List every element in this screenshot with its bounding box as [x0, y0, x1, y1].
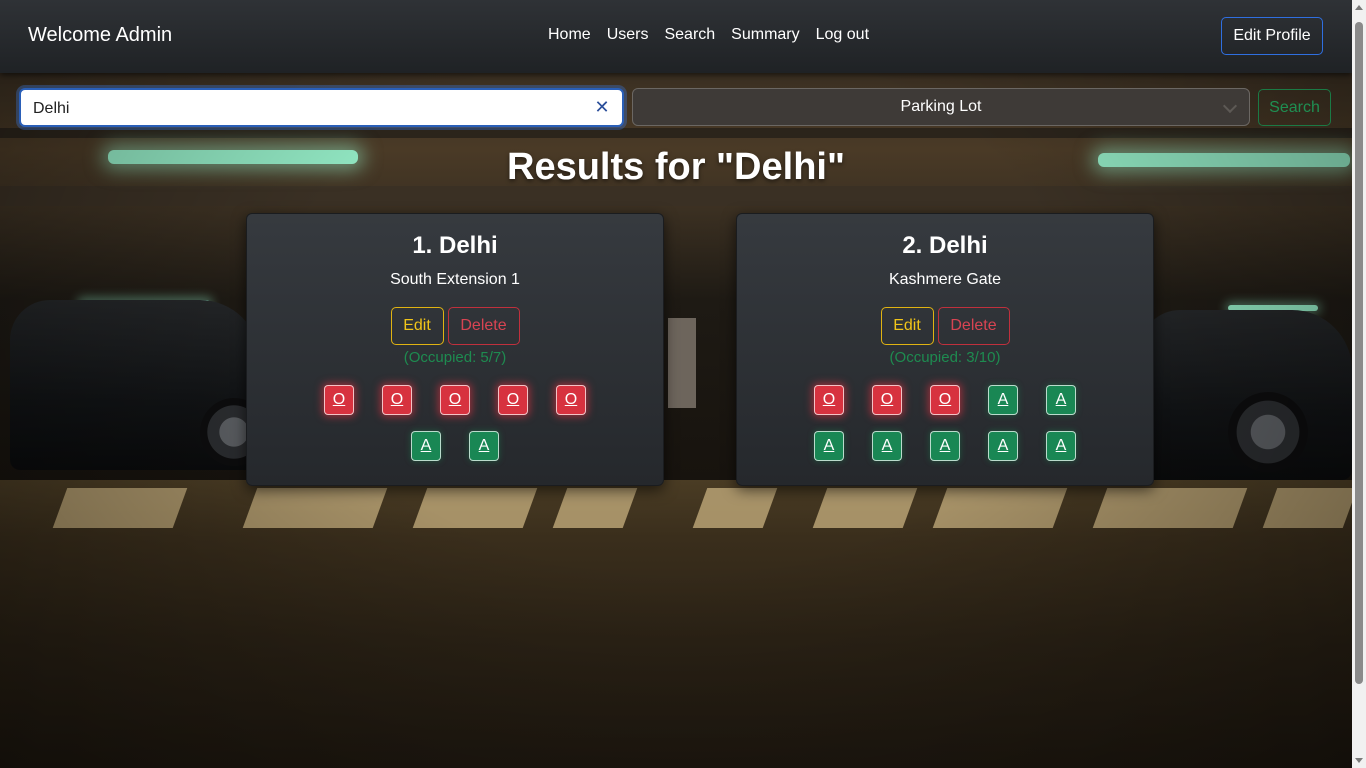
close-icon[interactable]: ✕ — [594, 98, 610, 118]
occupancy-status: (Occupied: 3/10) — [889, 349, 1001, 366]
lot-actions: Edit Delete — [247, 307, 663, 345]
chevron-down-icon — [1222, 98, 1238, 114]
nav-summary-link[interactable]: Summary — [731, 26, 799, 44]
nav-logout-link[interactable]: Log out — [816, 26, 869, 44]
lot-card: 1. Delhi South Extension 1 Edit Delete (… — [246, 213, 664, 486]
occupied-spot[interactable]: O — [872, 385, 902, 415]
lot-address: Kashmere Gate — [888, 271, 1002, 288]
available-spot[interactable]: A — [872, 431, 902, 461]
available-spot[interactable]: A — [988, 385, 1018, 415]
nav-home-link[interactable]: Home — [548, 26, 591, 44]
category-select[interactable]: Parking Lot — [632, 88, 1250, 126]
occupied-spot[interactable]: O — [498, 385, 528, 415]
brand-title[interactable]: Welcome Admin — [28, 24, 172, 47]
delete-lot-button[interactable]: Delete — [937, 307, 1010, 345]
lot-actions: Edit Delete — [737, 307, 1153, 345]
occupancy-status: (Occupied: 5/7) — [403, 349, 507, 366]
scroll-thumb[interactable] — [1355, 22, 1363, 684]
nav-search-link[interactable]: Search — [664, 26, 715, 44]
spot-grid: OOOOOAA — [247, 385, 663, 461]
available-spot[interactable]: A — [930, 431, 960, 461]
edit-profile-button[interactable]: Edit Profile — [1221, 17, 1323, 55]
page-scrollbar[interactable] — [1352, 0, 1366, 768]
search-input[interactable] — [33, 99, 573, 119]
available-spot[interactable]: A — [988, 431, 1018, 461]
category-select-value: Parking Lot — [900, 98, 982, 115]
spot-grid: OOOAAAAAAA — [737, 385, 1153, 461]
scroll-up-icon[interactable] — [1355, 5, 1363, 10]
available-spot[interactable]: A — [814, 431, 844, 461]
available-spot[interactable]: A — [1046, 431, 1076, 461]
nav-users-link[interactable]: Users — [607, 26, 649, 44]
nav-links: Home Users Search Summary Log out — [548, 26, 869, 44]
lot-address: South Extension 1 — [390, 271, 520, 288]
lot-title: 2. Delhi — [902, 232, 988, 259]
search-button[interactable]: Search — [1258, 89, 1331, 126]
occupied-spot[interactable]: O — [324, 385, 354, 415]
occupied-spot[interactable]: O — [556, 385, 586, 415]
occupied-spot[interactable]: O — [440, 385, 470, 415]
occupied-spot[interactable]: O — [930, 385, 960, 415]
lot-title: 1. Delhi — [412, 232, 498, 259]
edit-lot-button[interactable]: Edit — [390, 307, 444, 345]
lot-card: 2. Delhi Kashmere Gate Edit Delete (Occu… — [736, 213, 1154, 486]
scroll-down-icon[interactable] — [1355, 758, 1363, 763]
edit-lot-button[interactable]: Edit — [880, 307, 934, 345]
search-field: ✕ — [19, 88, 624, 127]
available-spot[interactable]: A — [411, 431, 441, 461]
results-title: Results for "Delhi" — [507, 146, 845, 188]
occupied-spot[interactable]: O — [382, 385, 412, 415]
top-navbar: Welcome Admin Home Users Search Summary … — [0, 0, 1352, 73]
occupied-spot[interactable]: O — [814, 385, 844, 415]
available-spot[interactable]: A — [1046, 385, 1076, 415]
delete-lot-button[interactable]: Delete — [447, 307, 520, 345]
available-spot[interactable]: A — [469, 431, 499, 461]
